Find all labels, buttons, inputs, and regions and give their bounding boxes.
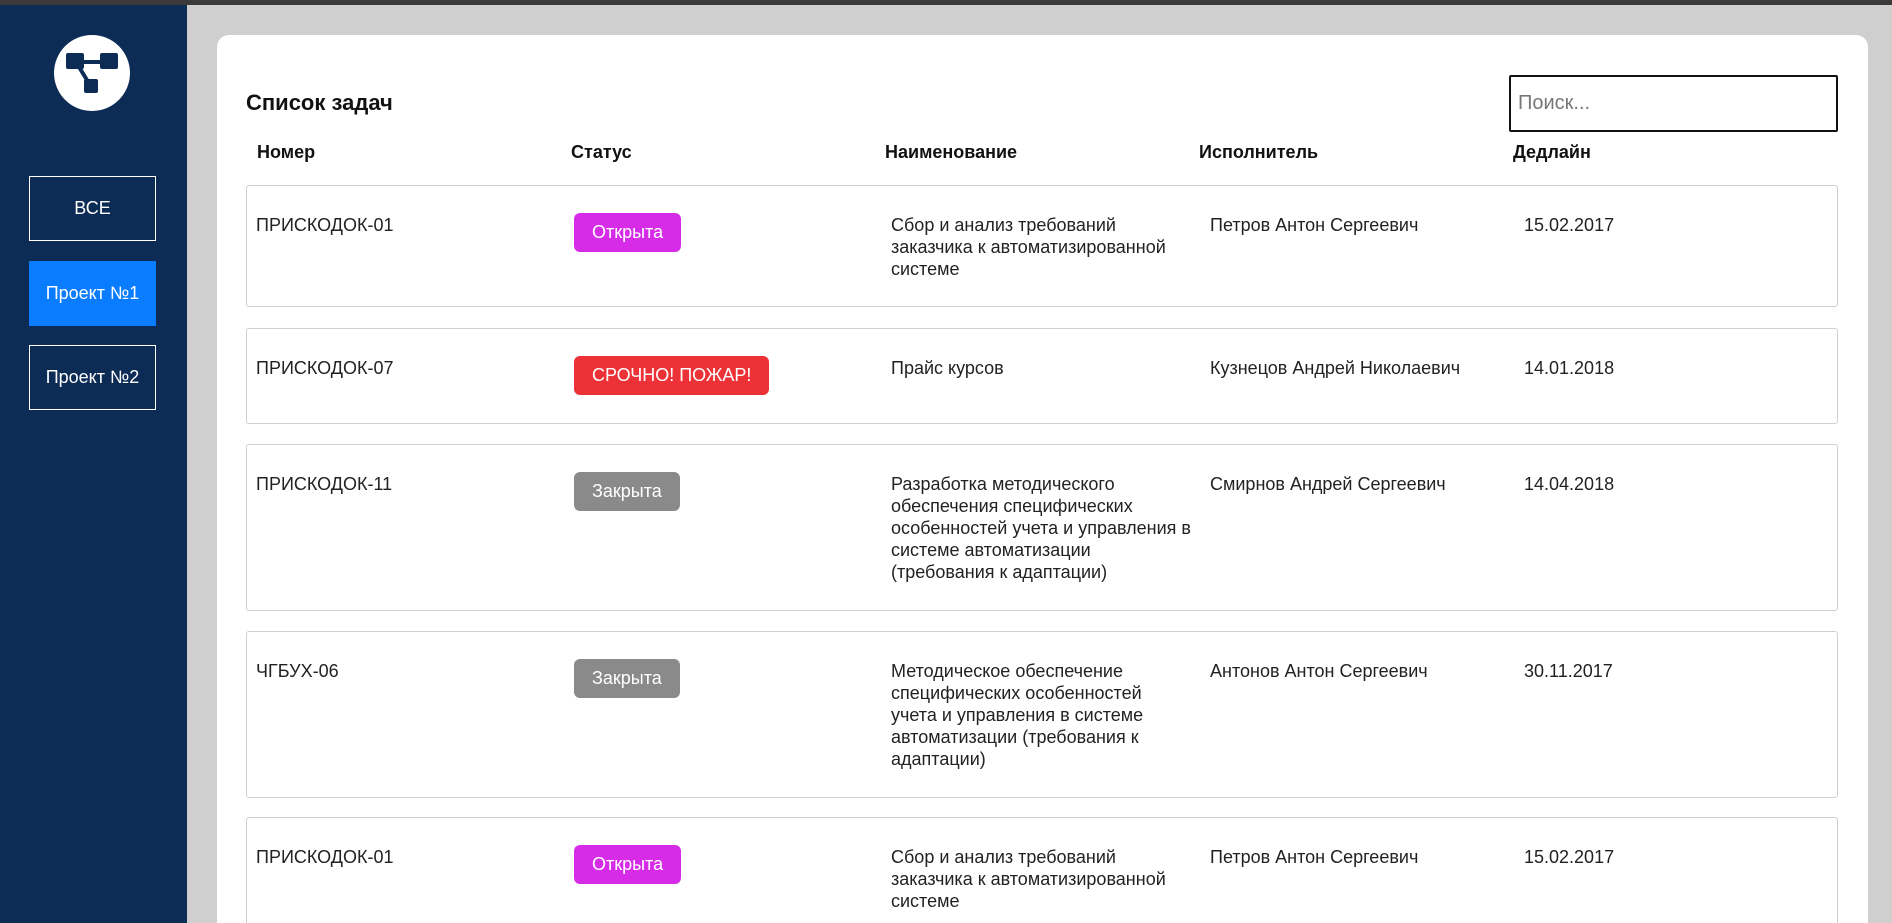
task-executor: Петров Антон Сергеевич: [1210, 215, 1419, 235]
table-row[interactable]: ПРИСКОДОК-11 Закрыта Разработка методиче…: [246, 444, 1838, 611]
sidebar-item-project-2[interactable]: Проект №2: [29, 345, 156, 410]
column-header-executor: Исполнитель: [1199, 142, 1319, 162]
search-input[interactable]: [1509, 75, 1838, 132]
table-row[interactable]: ПРИСКОДОК-01 Открыта Сбор и анализ требо…: [246, 185, 1838, 307]
status-badge: Закрыта: [574, 472, 680, 511]
task-executor: Кузнецов Андрей Николаевич: [1210, 358, 1461, 378]
sidebar-item-all[interactable]: ВСЕ: [29, 176, 156, 241]
status-badge: Открыта: [574, 845, 682, 884]
task-deadline: 30.11.2017: [1524, 661, 1613, 681]
task-name: Разработка методического обеспечения спе…: [891, 474, 1191, 582]
status-badge: СРОЧНО! ПОЖАР!: [574, 356, 770, 395]
page-title: Список задач: [246, 90, 393, 115]
column-header-name: Наименование: [885, 142, 1018, 162]
hierarchy-icon[interactable]: [54, 35, 130, 111]
task-deadline: 15.02.2017: [1524, 847, 1615, 867]
table-row[interactable]: ПРИСКОДОК-07 СРОЧНО! ПОЖАР! Прайс курсов…: [246, 328, 1838, 424]
task-deadline: 14.01.2018: [1524, 358, 1615, 378]
window-top-bar: [0, 0, 1892, 5]
task-name: Методическое обеспечение специфических о…: [891, 661, 1144, 769]
task-number: ПРИСКОДОК-11: [256, 474, 393, 494]
table-row[interactable]: ЧГБУХ-06 Закрыта Методическое обеспечени…: [246, 631, 1838, 798]
task-executor: Петров Антон Сергеевич: [1210, 847, 1419, 867]
task-number: ПРИСКОДОК-07: [256, 358, 394, 378]
task-deadline: 15.02.2017: [1524, 215, 1615, 235]
column-header-status: Статус: [571, 142, 632, 162]
sidebar-item-project-1[interactable]: Проект №1: [29, 261, 156, 326]
task-deadline: 14.04.2018: [1524, 474, 1615, 494]
task-number: ПРИСКОДОК-01: [256, 847, 394, 867]
status-badge: Закрыта: [574, 659, 680, 698]
status-badge: Открыта: [574, 213, 682, 252]
sidebar: ВСЕ Проект №1 Проект №2: [0, 5, 187, 923]
table-row[interactable]: ПРИСКОДОК-01 Открыта Сбор и анализ требо…: [246, 817, 1838, 923]
task-list-card: Список задач Номер Статус Наименование И…: [217, 35, 1868, 923]
task-executor: Антонов Антон Сергеевич: [1210, 661, 1428, 681]
task-number: ЧГБУХ-06: [256, 661, 339, 681]
task-name: Сбор и анализ требований заказчика к авт…: [891, 215, 1166, 279]
column-header-deadline: Дедлайн: [1513, 142, 1591, 162]
task-name: Сбор и анализ требований заказчика к авт…: [891, 847, 1166, 911]
column-header-number: Номер: [257, 142, 316, 162]
task-name: Прайс курсов: [891, 358, 1004, 378]
task-number: ПРИСКОДОК-01: [256, 215, 394, 235]
task-executor: Смирнов Андрей Сергеевич: [1210, 474, 1446, 494]
